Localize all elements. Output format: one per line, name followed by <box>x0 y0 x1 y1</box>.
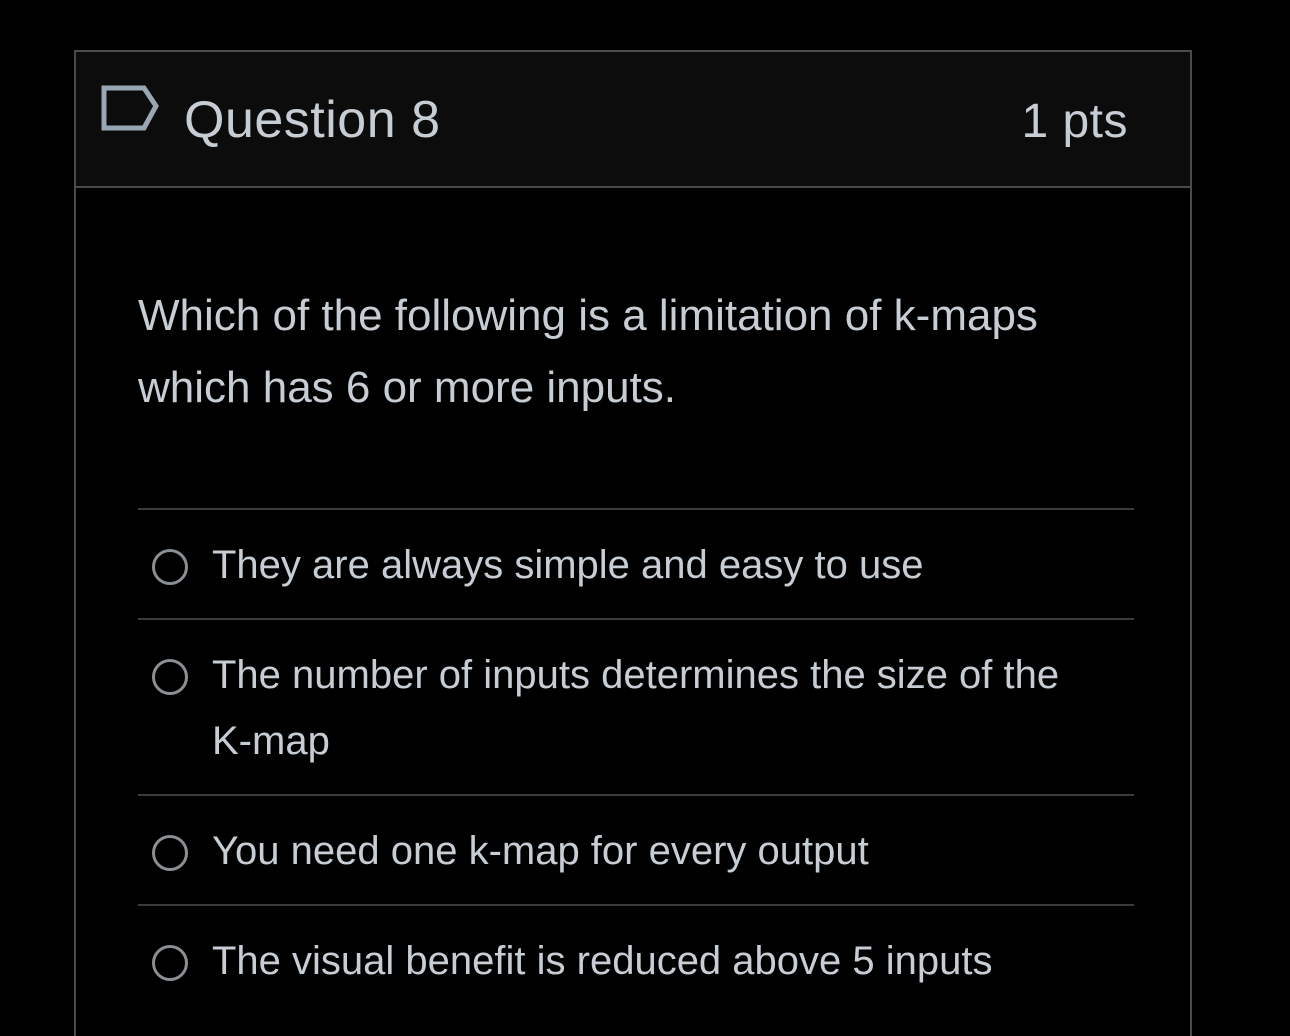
answer-option[interactable]: You need one k-map for every output <box>138 796 1134 906</box>
radio-button-icon[interactable] <box>152 659 188 695</box>
question-header: Question 8 1 pts <box>76 52 1190 188</box>
answer-label: The visual benefit is reduced above 5 in… <box>212 939 993 983</box>
answer-label: You need one k-map for every output <box>212 829 869 873</box>
answer-option[interactable]: They are always simple and easy to use <box>138 510 1134 620</box>
radio-button-icon[interactable] <box>152 835 188 871</box>
answer-option[interactable]: The visual benefit is reduced above 5 in… <box>138 906 1134 1014</box>
answer-option[interactable]: The number of inputs determines the size… <box>138 620 1134 796</box>
question-text: Which of the following is a limitation o… <box>138 291 1038 412</box>
flag-icon[interactable] <box>100 84 162 134</box>
quiz-page: Question 8 1 pts Which of the following … <box>0 0 1290 1036</box>
question-body: Which of the following is a limitation o… <box>76 188 1190 1014</box>
answer-label: The number of inputs determines the size… <box>212 653 1060 763</box>
question-points: 1 pts <box>1021 95 1128 148</box>
radio-button-icon[interactable] <box>152 549 188 585</box>
radio-button-icon[interactable] <box>152 945 188 981</box>
question-title: Question 8 <box>184 91 441 149</box>
answer-label: They are always simple and easy to use <box>212 543 924 587</box>
answer-list: They are always simple and easy to use T… <box>138 508 1134 1014</box>
question-card: Question 8 1 pts Which of the following … <box>74 50 1192 1036</box>
